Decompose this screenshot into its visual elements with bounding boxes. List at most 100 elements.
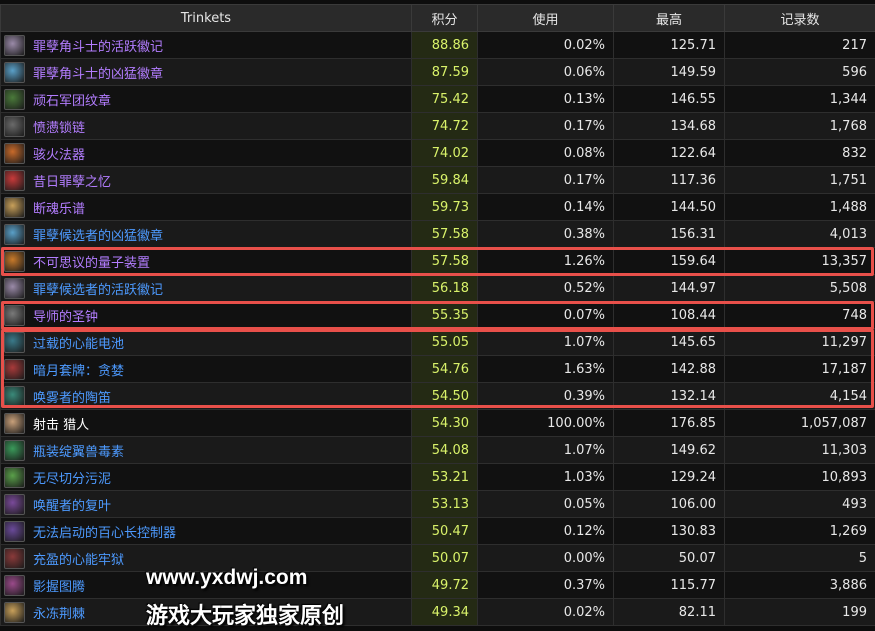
records-cell: 11,297 <box>724 328 875 356</box>
table-row[interactable]: 暗月套牌：贪婪 54.76 1.63% 142.88 17,187 <box>0 355 875 383</box>
max-cell: 142.88 <box>613 355 725 383</box>
records-cell: 493 <box>724 490 875 518</box>
table-row[interactable]: 骇火法器 74.02 0.08% 122.64 832 <box>0 139 875 167</box>
trinket-cell[interactable]: 瓶装绽翼兽毒素 <box>0 436 412 464</box>
trinket-name[interactable]: 射击 猎人 <box>33 418 89 433</box>
trinket-cell[interactable]: 骇火法器 <box>0 139 412 167</box>
table-row[interactable]: 唤雾者的陶笛 54.50 0.39% 132.14 4,154 <box>0 382 875 410</box>
trinket-name[interactable]: 暗月套牌：贪婪 <box>33 364 124 379</box>
trinket-cell[interactable]: 不可思议的量子装置 <box>0 247 412 275</box>
trinket-name[interactable]: 唤醒者的复叶 <box>33 499 111 514</box>
trinket-cell[interactable]: 射击 猎人 <box>0 409 412 437</box>
trinket-rankings-table: Trinkets 积分 使用 最高 记录数 罪孽角斗士的活跃徽记 88.86 0.0… <box>0 4 875 626</box>
trinket-cell[interactable]: 罪孽候选者的活跃徽记 <box>0 274 412 302</box>
table-row[interactable]: 导师的圣钟 55.35 0.07% 108.44 748 <box>0 301 875 329</box>
records-cell: 11,303 <box>724 436 875 464</box>
header-records[interactable]: 记录数 <box>724 4 875 32</box>
trinket-name[interactable]: 骇火法器 <box>33 148 85 163</box>
chain-icon <box>4 115 25 137</box>
trinket-name[interactable]: 罪孽候选者的活跃徽记 <box>33 283 163 298</box>
trinket-cell[interactable]: 无法启动的百心长控制器 <box>0 517 412 545</box>
hunter-icon <box>4 412 25 434</box>
table-row[interactable]: 断魂乐谱 59.73 0.14% 144.50 1,488 <box>0 193 875 221</box>
gladiator-badge-icon <box>4 61 25 83</box>
trinket-cell[interactable]: 过载的心能电池 <box>0 328 412 356</box>
score-cell: 74.02 <box>411 139 478 167</box>
trinket-cell[interactable]: 罪孽候选者的凶猛徽章 <box>0 220 412 248</box>
header-trinkets[interactable]: Trinkets <box>0 4 412 32</box>
max-cell: 132.14 <box>613 382 725 410</box>
max-cell: 145.65 <box>613 328 725 356</box>
trinket-name[interactable]: 无法启动的百心长控制器 <box>33 526 176 541</box>
trinket-name[interactable]: 顽石军团纹章 <box>33 94 111 109</box>
max-cell: 130.83 <box>613 517 725 545</box>
trinket-name[interactable]: 昔日罪孽之忆 <box>33 175 111 190</box>
records-cell: 5,508 <box>724 274 875 302</box>
table-row[interactable]: 罪孽候选者的凶猛徽章 57.58 0.38% 156.31 4,013 <box>0 220 875 248</box>
table-row[interactable]: 射击 猎人 54.30 100.00% 176.85 1,057,087 <box>0 409 875 437</box>
trinket-name[interactable]: 愤懑锁链 <box>33 121 85 136</box>
trinket-name[interactable]: 瓶装绽翼兽毒素 <box>33 445 124 460</box>
table-row[interactable]: 愤懑锁链 74.72 0.17% 134.68 1,768 <box>0 112 875 140</box>
records-cell: 1,751 <box>724 166 875 194</box>
score-cell: 75.42 <box>411 85 478 113</box>
trinket-name[interactable]: 永冻荆棘 <box>33 607 85 622</box>
score-cell: 50.07 <box>411 544 478 572</box>
records-cell: 596 <box>724 58 875 86</box>
trinket-name[interactable]: 罪孽候选者的凶猛徽章 <box>33 229 163 244</box>
score-cell: 57.58 <box>411 247 478 275</box>
trinket-name[interactable]: 充盈的心能牢狱 <box>33 553 124 568</box>
trinket-cell[interactable]: 暗月套牌：贪婪 <box>0 355 412 383</box>
trinket-name[interactable]: 罪孽角斗士的凶猛徽章 <box>33 67 163 82</box>
trinket-name[interactable]: 影握图腾 <box>33 580 85 595</box>
trinket-name[interactable]: 断魂乐谱 <box>33 202 85 217</box>
table-row[interactable]: 唤醒者的复叶 53.13 0.05% 106.00 493 <box>0 490 875 518</box>
table-row[interactable]: 瓶装绽翼兽毒素 54.08 1.07% 149.62 11,303 <box>0 436 875 464</box>
anima-battery-icon <box>4 331 25 353</box>
darkmoon-deck-icon <box>4 358 25 380</box>
usage-cell: 0.05% <box>477 490 614 518</box>
trinket-name[interactable]: 唤雾者的陶笛 <box>33 391 111 406</box>
table-row[interactable]: 顽石军团纹章 75.42 0.13% 146.55 1,344 <box>0 85 875 113</box>
trinket-name[interactable]: 不可思议的量子装置 <box>33 256 150 271</box>
score-cell: 54.08 <box>411 436 478 464</box>
header-max[interactable]: 最高 <box>613 4 725 32</box>
score-cell: 88.86 <box>411 31 478 59</box>
records-cell: 1,768 <box>724 112 875 140</box>
trinket-cell[interactable]: 断魂乐谱 <box>0 193 412 221</box>
trinket-cell[interactable]: 唤醒者的复叶 <box>0 490 412 518</box>
score-cell: 53.21 <box>411 463 478 491</box>
trinket-cell[interactable]: 罪孽角斗士的凶猛徽章 <box>0 58 412 86</box>
table-row[interactable]: 影握图腾 49.72 0.37% 115.77 3,886 <box>0 571 875 599</box>
trinket-cell[interactable]: 昔日罪孽之忆 <box>0 166 412 194</box>
table-row[interactable]: 罪孽角斗士的活跃徽记 88.86 0.02% 125.71 217 <box>0 31 875 59</box>
table-row[interactable]: 无尽切分污泥 53.21 1.03% 129.24 10,893 <box>0 463 875 491</box>
table-row[interactable]: 不可思议的量子装置 57.58 1.26% 159.64 13,357 <box>0 247 875 275</box>
table-row[interactable]: 过载的心能电池 55.05 1.07% 145.65 11,297 <box>0 328 875 356</box>
trinket-name[interactable]: 罪孽角斗士的活跃徽记 <box>33 40 163 55</box>
score-cell: 55.05 <box>411 328 478 356</box>
header-usage[interactable]: 使用 <box>477 4 614 32</box>
trinket-cell[interactable]: 愤懑锁链 <box>0 112 412 140</box>
score-cell: 54.30 <box>411 409 478 437</box>
trinket-cell[interactable]: 导师的圣钟 <box>0 301 412 329</box>
trinket-cell[interactable]: 顽石军团纹章 <box>0 85 412 113</box>
trinket-cell[interactable]: 罪孽角斗士的活跃徽记 <box>0 31 412 59</box>
records-cell: 199 <box>724 598 875 626</box>
table-row[interactable]: 罪孽候选者的活跃徽记 56.18 0.52% 144.97 5,508 <box>0 274 875 302</box>
table-row[interactable]: 罪孽角斗士的凶猛徽章 87.59 0.06% 149.59 596 <box>0 58 875 86</box>
usage-cell: 100.00% <box>477 409 614 437</box>
trinket-name[interactable]: 导师的圣钟 <box>33 310 98 325</box>
max-cell: 50.07 <box>613 544 725 572</box>
table-row[interactable]: 无法启动的百心长控制器 50.47 0.12% 130.83 1,269 <box>0 517 875 545</box>
trinket-name[interactable]: 无尽切分污泥 <box>33 472 111 487</box>
gladiator-emblem-icon <box>4 34 25 56</box>
header-score[interactable]: 积分 <box>411 4 478 32</box>
trinket-cell[interactable]: 唤雾者的陶笛 <box>0 382 412 410</box>
table-row[interactable]: 充盈的心能牢狱 50.07 0.00% 50.07 5 <box>0 544 875 572</box>
score-cell: 50.47 <box>411 517 478 545</box>
trinket-name[interactable]: 过载的心能电池 <box>33 337 124 352</box>
trinket-cell[interactable]: 无尽切分污泥 <box>0 463 412 491</box>
table-row[interactable]: 昔日罪孽之忆 59.84 0.17% 117.36 1,751 <box>0 166 875 194</box>
table-row[interactable]: 永冻荆棘 49.34 0.02% 82.11 199 <box>0 598 875 626</box>
